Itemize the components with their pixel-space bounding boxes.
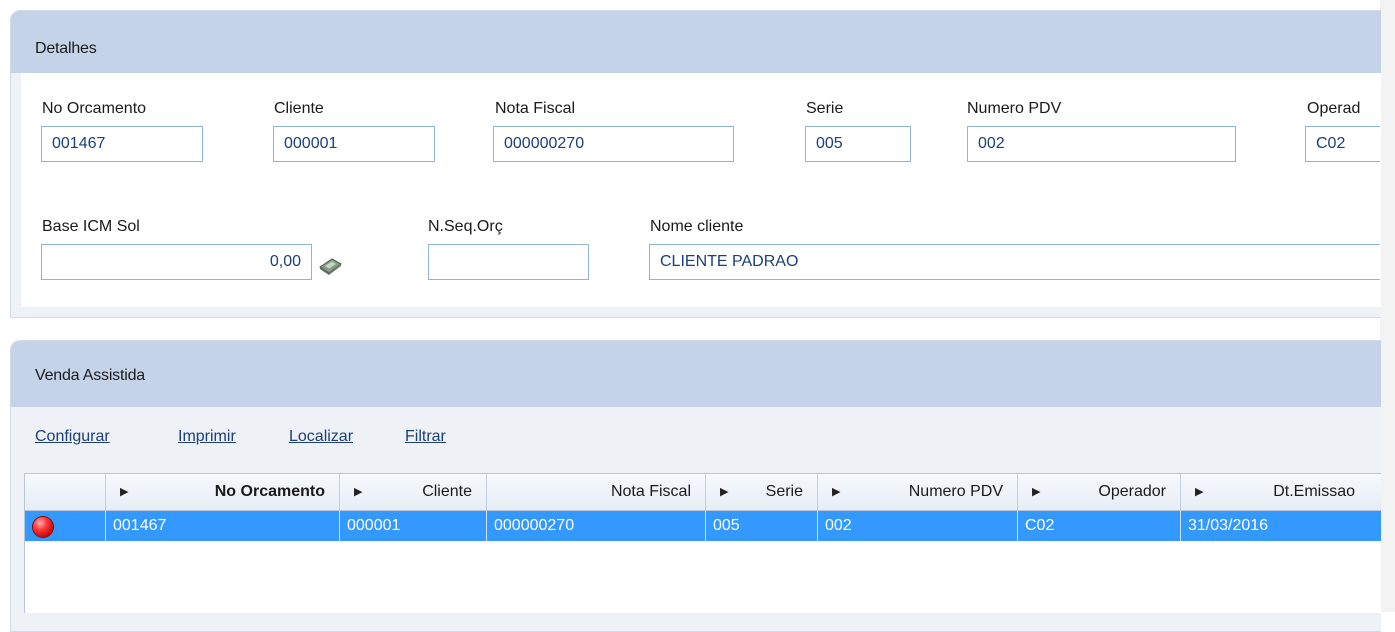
venda-assistida-header: Venda Assistida bbox=[11, 341, 1381, 407]
row-cliente: 000001 bbox=[340, 511, 487, 541]
calculator-icon[interactable] bbox=[318, 256, 342, 276]
no-orcamento-field[interactable]: 001467 bbox=[41, 126, 203, 162]
orcamentos-grid: ▶ No Orcamento ▶ Cliente Nota Fiscal ▶ S… bbox=[24, 473, 1381, 613]
status-red-icon bbox=[33, 517, 53, 537]
row-dt-emissao: 31/03/2016 bbox=[1188, 517, 1269, 534]
sort-arrow-icon: ▶ bbox=[120, 486, 129, 498]
nota-fiscal-field[interactable]: 000000270 bbox=[493, 126, 734, 162]
row-nota-fiscal: 000000270 bbox=[487, 511, 706, 541]
sort-arrow-icon: ▶ bbox=[1032, 486, 1041, 498]
grid-header-cliente[interactable]: ▶ Cliente bbox=[340, 474, 487, 510]
operador-label: Operad bbox=[1307, 100, 1361, 117]
grid-header-dt-emissao[interactable]: ▶ Dt.Emissao bbox=[1181, 474, 1381, 510]
nseq-orc-label: N.Seq.Orç bbox=[428, 218, 503, 235]
row-no-orcamento: 001467 bbox=[106, 511, 340, 541]
detalhes-title: Detalhes bbox=[35, 40, 97, 57]
nseq-orc-field[interactable] bbox=[428, 244, 589, 280]
sort-arrow-icon: ▶ bbox=[832, 486, 841, 498]
localizar-link[interactable]: Localizar bbox=[289, 428, 353, 446]
grid-header-status bbox=[25, 474, 106, 510]
grid-header-no-orcamento[interactable]: ▶ No Orcamento bbox=[106, 474, 340, 510]
imprimir-link[interactable]: Imprimir bbox=[178, 428, 236, 446]
cliente-label: Cliente bbox=[274, 100, 324, 117]
grid-header-nota-fiscal[interactable]: Nota Fiscal bbox=[487, 474, 706, 510]
base-icm-sol-field[interactable]: 0,00 bbox=[41, 244, 312, 280]
numero-pdv-label: Numero PDV bbox=[967, 100, 1062, 117]
sort-arrow-icon: ▶ bbox=[354, 486, 363, 498]
sort-arrow-icon: ▶ bbox=[1195, 486, 1204, 498]
no-orcamento-label: No Orcamento bbox=[42, 100, 147, 117]
detalhes-header: Detalhes bbox=[11, 11, 1381, 73]
serie-field[interactable]: 005 bbox=[805, 126, 911, 162]
nome-cliente-label: Nome cliente bbox=[650, 218, 744, 235]
grid-header: ▶ No Orcamento ▶ Cliente Nota Fiscal ▶ S… bbox=[25, 474, 1381, 511]
row-status-cell bbox=[25, 511, 106, 541]
cliente-field[interactable]: 000001 bbox=[273, 126, 435, 162]
nota-fiscal-label: Nota Fiscal bbox=[495, 100, 576, 117]
table-row[interactable]: 001467 000001 000000270 005 002 C02 31/0… bbox=[25, 511, 1381, 541]
scrollbar-track[interactable] bbox=[1380, 0, 1395, 612]
sort-arrow-icon: ▶ bbox=[720, 486, 729, 498]
venda-assistida-title: Venda Assistida bbox=[35, 367, 145, 384]
filtrar-link[interactable]: Filtrar bbox=[405, 428, 446, 446]
row-operador: C02 bbox=[1018, 511, 1181, 541]
operador-field[interactable]: C02 bbox=[1305, 126, 1380, 162]
grid-header-numero-pdv[interactable]: ▶ Numero PDV bbox=[818, 474, 1018, 510]
configurar-link[interactable]: Configurar bbox=[35, 428, 110, 446]
grid-header-serie[interactable]: ▶ Serie bbox=[706, 474, 818, 510]
numero-pdv-field[interactable]: 002 bbox=[967, 126, 1236, 162]
base-icm-sol-label: Base ICM Sol bbox=[42, 218, 140, 235]
grid-header-operador[interactable]: ▶ Operador bbox=[1018, 474, 1181, 510]
nome-cliente-field[interactable]: CLIENTE PADRAO bbox=[649, 244, 1380, 280]
row-serie: 005 bbox=[706, 511, 818, 541]
row-numero-pdv: 002 bbox=[818, 511, 1018, 541]
serie-label: Serie bbox=[806, 100, 844, 117]
